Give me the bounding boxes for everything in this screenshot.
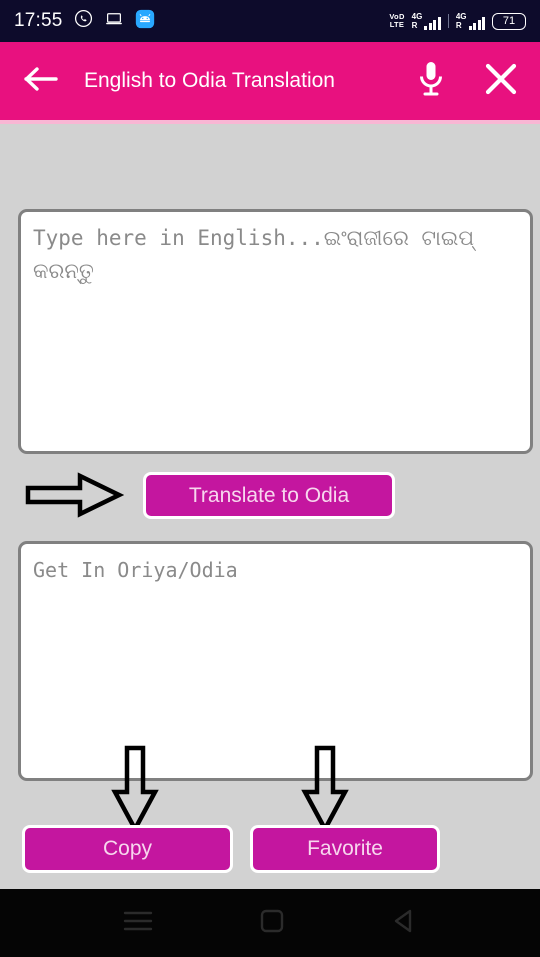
sim1-signal: 4G R xyxy=(412,12,441,30)
sim1-roaming-label: R xyxy=(411,21,418,30)
sim2-network-label: 4G xyxy=(455,12,467,21)
copy-button[interactable]: Copy xyxy=(22,825,233,873)
translate-button-label: Translate to Odia xyxy=(188,483,350,507)
volte-indicator: VoD LTE xyxy=(389,12,405,30)
odia-output-field[interactable]: Get In Oriya/Odia xyxy=(18,541,533,781)
sim2-roaming-label: R xyxy=(455,21,462,30)
sim2-signal-bars xyxy=(468,17,485,30)
sim2-signal: 4G R xyxy=(456,12,485,30)
translate-to-odia-button[interactable]: Translate to Odia xyxy=(143,472,395,519)
menu-icon[interactable] xyxy=(123,910,153,937)
sim1-signal-bars xyxy=(424,17,441,30)
microphone-icon[interactable] xyxy=(416,59,446,104)
odia-output-placeholder: Get In Oriya/Odia xyxy=(33,558,238,582)
android-navigation-bar xyxy=(0,889,540,957)
volte-line-2: LTE xyxy=(389,20,405,29)
laptop-icon xyxy=(104,10,124,33)
whatsapp-icon xyxy=(74,9,93,33)
phone-screen: 17:55 VoD LTE 4G R 4G R 71 English to Od… xyxy=(0,0,540,957)
triangle-back-icon[interactable] xyxy=(391,908,417,939)
android-icon xyxy=(135,9,155,34)
square-home-icon[interactable] xyxy=(259,908,285,939)
sim1-network-label: 4G xyxy=(411,12,423,21)
content-area: Type here in English...ଇଂରାଜୀରେ ଟାଇପ୍ କର… xyxy=(0,124,540,889)
signal-divider xyxy=(447,14,449,28)
english-input-field[interactable]: Type here in English...ଇଂରାଜୀରେ ଟାଇପ୍ କର… xyxy=(18,209,533,454)
favorite-button[interactable]: Favorite xyxy=(250,825,440,873)
status-bar-right: VoD LTE 4G R 4G R 71 xyxy=(389,12,526,30)
status-bar-left: 17:55 xyxy=(14,9,155,34)
copy-button-label: Copy xyxy=(102,837,153,860)
app-bar: English to Odia Translation xyxy=(0,42,540,120)
arrow-right-to-translate-annotation xyxy=(24,471,125,524)
close-icon[interactable] xyxy=(484,62,518,101)
status-clock: 17:55 xyxy=(14,10,63,31)
battery-indicator: 71 xyxy=(492,12,526,30)
page-title: English to Odia Translation xyxy=(84,69,335,92)
sim1-signal-label: 4G R xyxy=(412,12,423,30)
english-input-placeholder: Type here in English...ଇଂରାଜୀରେ ଟାଇପ୍ କର… xyxy=(33,226,475,283)
back-arrow-icon[interactable] xyxy=(22,65,58,98)
favorite-button-label: Favorite xyxy=(307,837,383,860)
sim2-signal-label: 4G R xyxy=(456,12,467,30)
status-bar: 17:55 VoD LTE 4G R 4G R 71 xyxy=(0,0,540,42)
